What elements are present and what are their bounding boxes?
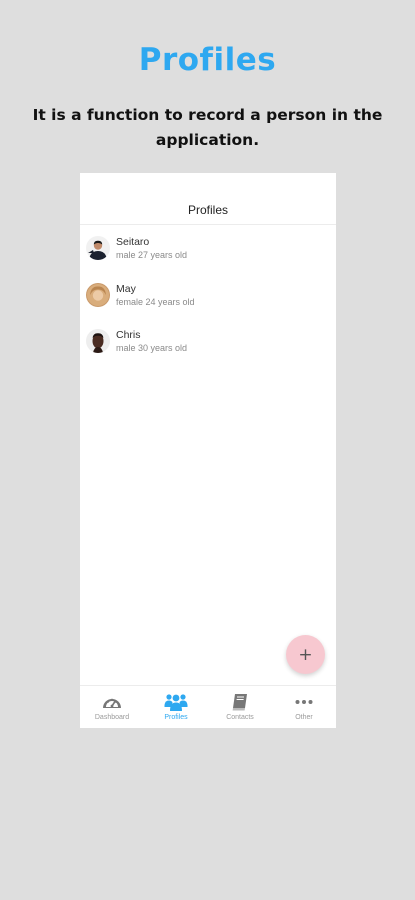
list-item[interactable]: May female 24 years old	[80, 272, 336, 319]
speedometer-icon	[101, 692, 123, 712]
tab-profiles-label: Profiles	[164, 714, 188, 721]
more-dots-icon	[294, 692, 314, 712]
page-title: Profiles	[187, 203, 228, 217]
profile-detail: male 30 years old	[116, 343, 188, 353]
bottom-tab-bar: Dashboard Profiles Contacts Other	[80, 685, 336, 728]
profile-detail: female 24 years old	[116, 296, 195, 307]
avatar	[86, 329, 110, 353]
tab-contacts[interactable]: Contacts	[208, 686, 272, 728]
app-header: Profiles	[80, 173, 336, 225]
tab-dashboard-label: Dashboard	[94, 714, 130, 721]
list-item[interactable]: Seitaro male 27 years old	[80, 225, 336, 272]
tab-other-label: Other	[295, 714, 313, 721]
profile-name: May	[116, 282, 136, 295]
book-icon	[230, 692, 250, 712]
avatar	[86, 282, 110, 307]
profile-list: Seitaro male 27 years old May female 24 …	[80, 225, 336, 365]
tab-profiles[interactable]: Profiles	[144, 686, 208, 728]
add-profile-button[interactable]: +	[286, 635, 325, 674]
profile-name: Chris	[116, 329, 141, 341]
tab-dashboard[interactable]: Dashboard	[80, 686, 144, 728]
profile-name: Seitaro	[116, 236, 150, 248]
promo-title: Profiles	[138, 42, 277, 78]
tab-other[interactable]: Other	[272, 686, 336, 728]
profile-detail: male 27 years old	[116, 250, 188, 260]
promo-subtitle: It is a function to record a person in t…	[32, 106, 383, 149]
users-icon	[164, 692, 188, 712]
tab-contacts-label: Contacts	[226, 714, 254, 721]
app-screen: Profiles Seitaro male 27 years old May f…	[80, 173, 336, 728]
avatar	[86, 236, 110, 260]
list-item[interactable]: Chris male 30 years old	[80, 318, 336, 365]
